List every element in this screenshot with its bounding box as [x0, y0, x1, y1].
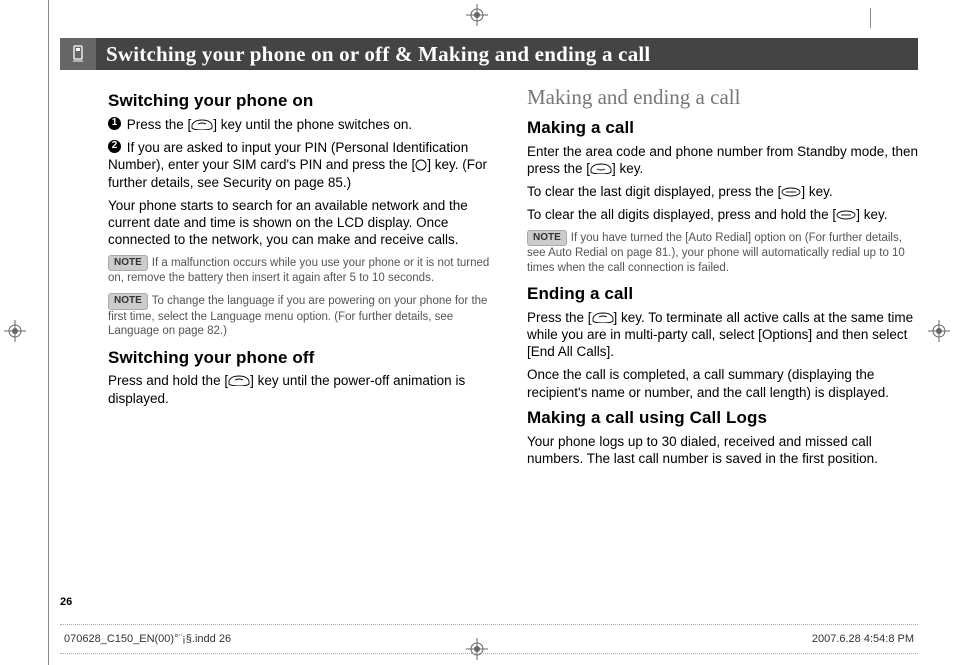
print-footer: 070628_C150_EN(00)°¨¡§.indd 26 2007.6.28… — [60, 624, 918, 654]
note-label: NOTE — [527, 230, 567, 247]
note-language: NOTETo change the language if you are po… — [108, 293, 499, 338]
paragraph-enter-number: Enter the area code and phone number fro… — [527, 143, 918, 178]
page-number: 26 — [60, 596, 72, 608]
phone-icon — [60, 38, 96, 70]
paragraph-call-logs: Your phone logs up to 30 dialed, receive… — [527, 433, 918, 468]
heading-switching-off: Switching your phone off — [108, 347, 499, 369]
note-label: NOTE — [108, 293, 148, 310]
registration-mark-icon — [466, 4, 488, 26]
end-key-icon — [191, 119, 213, 130]
paragraph-switch-off: Press and hold the [] key until the powe… — [108, 372, 499, 407]
step-number-icon: 2 — [108, 140, 121, 153]
registration-mark-icon — [928, 320, 950, 342]
chapter-title-bar: Switching your phone on or off & Making … — [60, 38, 918, 70]
softkey-icon — [836, 210, 856, 220]
paragraph-clear-all: To clear the all digits displayed, press… — [527, 206, 918, 223]
crop-tick — [870, 8, 871, 28]
end-key-icon — [592, 312, 614, 323]
registration-mark-icon — [4, 320, 26, 342]
softkey-icon — [781, 187, 801, 197]
paragraph-network: Your phone starts to search for an avail… — [108, 197, 499, 249]
circle-key-icon — [415, 159, 427, 171]
step-1: 1 Press the [] key until the phone switc… — [108, 116, 499, 133]
heading-making-call: Making a call — [527, 117, 918, 139]
left-column: Switching your phone on 1 Press the [] k… — [108, 84, 499, 473]
right-column: Making and ending a call Making a call E… — [527, 84, 918, 473]
paragraph-call-summary: Once the call is completed, a call summa… — [527, 366, 918, 401]
footer-timestamp: 2007.6.28 4:54:8 PM — [812, 633, 914, 645]
paragraph-end-call: Press the [] key. To terminate all activ… — [527, 309, 918, 361]
heading-switching-on: Switching your phone on — [108, 90, 499, 112]
send-key-icon — [590, 163, 612, 174]
end-key-icon — [228, 375, 250, 386]
footer-filename: 070628_C150_EN(00)°¨¡§.indd 26 — [64, 633, 231, 645]
section-heading-making-ending: Making and ending a call — [527, 84, 918, 111]
note-label: NOTE — [108, 255, 148, 272]
crop-line — [48, 0, 49, 665]
note-malfunction: NOTEIf a malfunction occurs while you us… — [108, 255, 499, 286]
step-2: 2 If you are asked to input your PIN (Pe… — [108, 139, 499, 191]
page-content: Switching your phone on or off & Making … — [60, 38, 918, 473]
heading-call-logs: Making a call using Call Logs — [527, 407, 918, 429]
chapter-title: Switching your phone on or off & Making … — [96, 38, 918, 70]
note-auto-redial: NOTEIf you have turned the [Auto Redial]… — [527, 230, 918, 275]
step-number-icon: 1 — [108, 117, 121, 130]
heading-ending-call: Ending a call — [527, 283, 918, 305]
paragraph-clear-last: To clear the last digit displayed, press… — [527, 183, 918, 200]
